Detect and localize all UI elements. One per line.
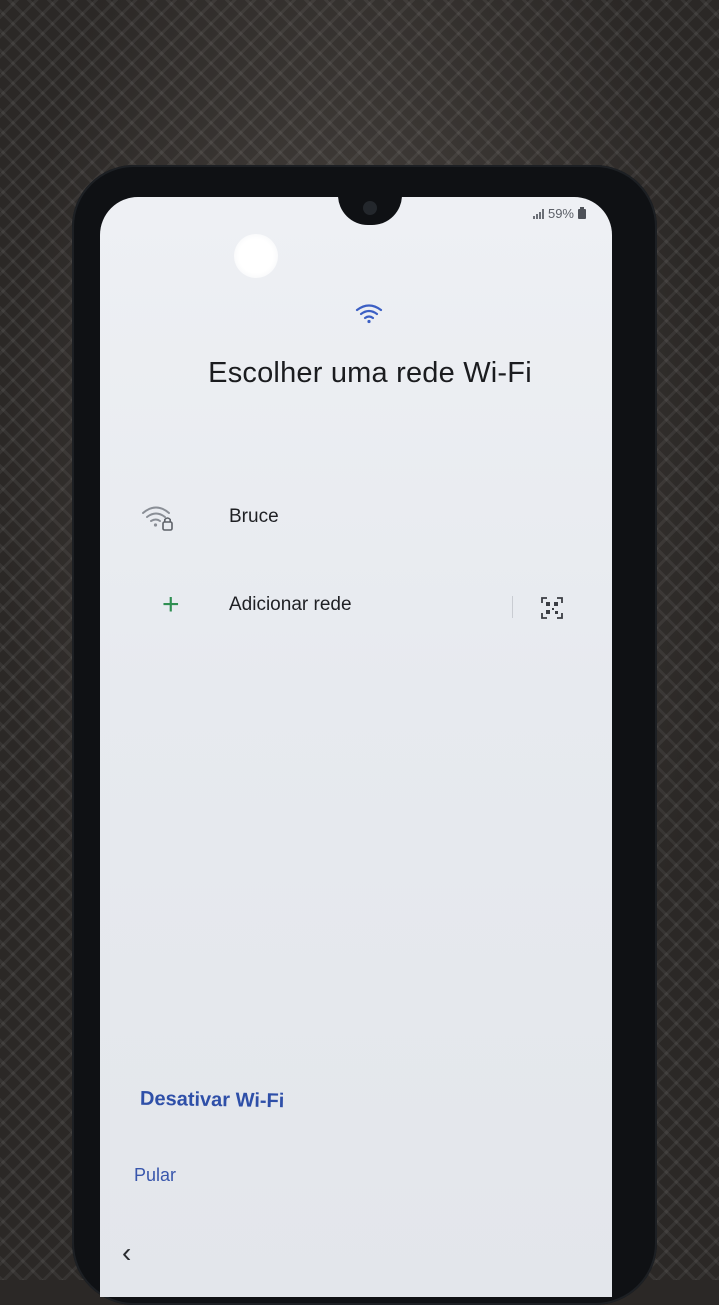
network-item-bruce[interactable]: Bruce [140,489,580,545]
back-icon[interactable]: ‹ [122,1237,131,1269]
plus-icon: + [162,588,180,621]
signal-icon [532,208,544,219]
add-network-label: Adicionar rede [229,594,352,615]
qr-code-scan-icon[interactable] [540,596,564,620]
status-bar: 59% [532,206,586,221]
page-title: Escolher uma rede Wi-Fi [208,357,532,389]
divider [512,596,513,618]
wifi-icon [355,304,383,324]
skip-button[interactable]: Pular [134,1165,176,1186]
front-camera [363,201,377,215]
wifi-lock-icon [140,497,200,537]
add-network-button[interactable]: + Adicionar rede [140,577,580,633]
phone-screen: 59% Escolher uma rede Wi-Fi Bruce + Adic… [100,197,612,1297]
network-name: Bruce [229,506,279,527]
battery-percent: 59% [547,206,574,221]
disable-wifi-button[interactable]: Desativar Wi-Fi [140,1088,285,1114]
light-glare [234,234,278,278]
notch [338,197,402,225]
battery-icon [578,206,586,219]
